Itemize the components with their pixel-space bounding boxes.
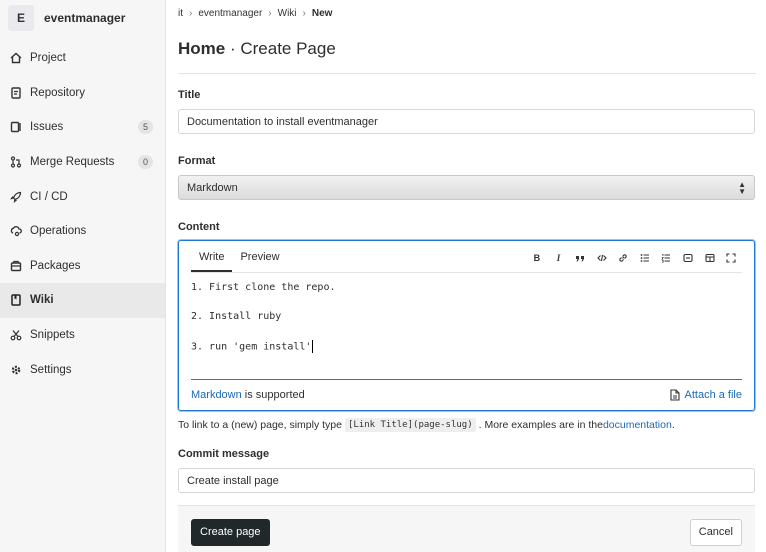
editor-tabs: Write Preview B I (191, 241, 742, 273)
bullet-list-icon[interactable] (634, 251, 656, 265)
gear-icon (10, 364, 22, 376)
breadcrumb-item-wiki[interactable]: Wiki (278, 8, 297, 19)
sidebar-item-label: Packages (30, 259, 81, 272)
book-icon (10, 294, 22, 307)
breadcrumb-item-group[interactable]: it (178, 8, 183, 19)
sidebar-item-packages[interactable]: Packages (0, 249, 165, 284)
sidebar-item-project[interactable]: Project (0, 41, 165, 76)
issues-icon (10, 121, 22, 133)
content-textarea[interactable]: 1. First clone the repo. 2. Install ruby… (191, 273, 742, 380)
breadcrumb-separator: › (268, 7, 272, 19)
file-icon (669, 389, 680, 401)
package-icon (10, 260, 22, 272)
sidebar-item-ci-cd[interactable]: CI / CD (0, 179, 165, 214)
sidebar-item-label: Wiki (30, 294, 54, 307)
select-arrows-icon: ▲ ▼ (738, 179, 746, 196)
page-title-strong: Home (178, 39, 226, 58)
code-icon[interactable] (591, 251, 613, 265)
sidebar-item-repository[interactable]: Repository (0, 76, 165, 111)
cloud-gear-icon (10, 225, 22, 237)
format-label: Format (178, 155, 216, 167)
merge-request-icon (10, 156, 22, 168)
sidebar-item-issues[interactable]: Issues 5 (0, 110, 165, 145)
markdown-link[interactable]: Markdown (191, 389, 242, 401)
bold-icon[interactable]: B (526, 251, 548, 265)
markdown-support-note: Markdown is supported (191, 389, 305, 401)
content-line: 2. Install ruby (191, 311, 282, 323)
markdown-editor: Write Preview B I 1. First clone the rep… (178, 240, 755, 411)
sidebar-nav: Project Repository Issues 5 Merge Reques… (0, 41, 165, 387)
rocket-icon (10, 191, 22, 203)
editor-toolbar: B I (526, 251, 742, 265)
tab-preview[interactable]: Preview (232, 251, 287, 272)
form-actions: Create page Cancel (178, 505, 755, 552)
sidebar-item-operations[interactable]: Operations (0, 214, 165, 249)
content-line-text: 3. run 'gem install' (191, 341, 312, 353)
wiki-link-help: To link to a (new) page, simply type [Li… (178, 418, 756, 432)
breadcrumb-item-current[interactable]: New (312, 8, 333, 19)
sidebar-item-wiki[interactable]: Wiki (0, 283, 165, 318)
sidebar-item-label: CI / CD (30, 190, 68, 203)
page-title-rest: · Create Page (225, 39, 336, 58)
sidebar-item-snippets[interactable]: Snippets (0, 318, 165, 353)
sidebar-item-label: Merge Requests (30, 156, 115, 169)
task-list-icon[interactable] (677, 251, 699, 265)
table-icon[interactable] (699, 251, 721, 265)
scissors-icon (10, 329, 22, 341)
content-label: Content (178, 221, 220, 233)
issues-count-badge: 5 (137, 120, 153, 135)
markdown-support-suffix: is supported (241, 389, 305, 401)
sidebar-item-label: Repository (30, 86, 85, 99)
project-avatar[interactable]: E (8, 5, 34, 31)
editor-footer: Markdown is supported Attach a file (191, 380, 742, 410)
tab-write[interactable]: Write (191, 251, 233, 272)
help-middle: . More examples are in the (478, 419, 603, 431)
breadcrumb-separator: › (189, 7, 193, 19)
text-caret (312, 339, 314, 353)
content-line: 1. First clone the repo. (191, 282, 336, 293)
quote-icon[interactable] (569, 251, 591, 265)
sidebar-item-settings[interactable]: Settings (0, 352, 165, 387)
project-name[interactable]: eventmanager (44, 11, 125, 25)
main-content: it › eventmanager › Wiki › New Home · Cr… (178, 0, 756, 552)
documentation-link[interactable]: documentation (603, 419, 672, 431)
create-page-button[interactable]: Create page (191, 518, 270, 546)
sidebar-item-label: Operations (30, 225, 87, 238)
format-select[interactable]: Markdown ▲ ▼ (178, 175, 755, 200)
home-icon (10, 52, 22, 64)
cancel-button[interactable]: Cancel (689, 518, 742, 546)
sidebar-item-label: Snippets (30, 329, 75, 342)
content-line-last: 3. run 'gem install' (191, 339, 742, 369)
help-prefix: To link to a (new) page, simply type (178, 419, 342, 431)
doc-icon (10, 87, 22, 99)
sidebar-item-label: Project (30, 52, 66, 65)
sidebar: E eventmanager Project Repository Issues… (0, 0, 166, 552)
breadcrumb: it › eventmanager › Wiki › New (178, 0, 756, 26)
commit-message-label: Commit message (178, 448, 270, 460)
page-title: Home · Create Page (178, 39, 756, 74)
attach-file-button[interactable]: Attach a file (669, 389, 742, 401)
sidebar-item-merge-requests[interactable]: Merge Requests 0 (0, 145, 165, 180)
fullscreen-icon[interactable] (720, 251, 742, 265)
sidebar-item-label: Settings (30, 363, 72, 376)
title-label: Title (178, 89, 201, 101)
link-icon[interactable] (612, 251, 634, 265)
merge-requests-count-badge: 0 (137, 155, 153, 170)
format-select-value: Markdown (187, 181, 238, 194)
italic-icon[interactable]: I (548, 251, 570, 265)
numbered-list-icon[interactable] (656, 251, 678, 265)
title-input[interactable]: Documentation to install eventmanager (178, 109, 755, 134)
sidebar-item-label: Issues (30, 121, 64, 134)
commit-message-input[interactable]: Create install page (178, 468, 755, 493)
help-code: [Link Title](page-slug) (345, 418, 476, 432)
attach-file-label: Attach a file (684, 389, 742, 401)
help-end: . (671, 419, 675, 431)
breadcrumb-item-project[interactable]: eventmanager (198, 8, 262, 19)
project-header[interactable]: E eventmanager (0, 0, 165, 36)
breadcrumb-separator: › (302, 7, 306, 19)
